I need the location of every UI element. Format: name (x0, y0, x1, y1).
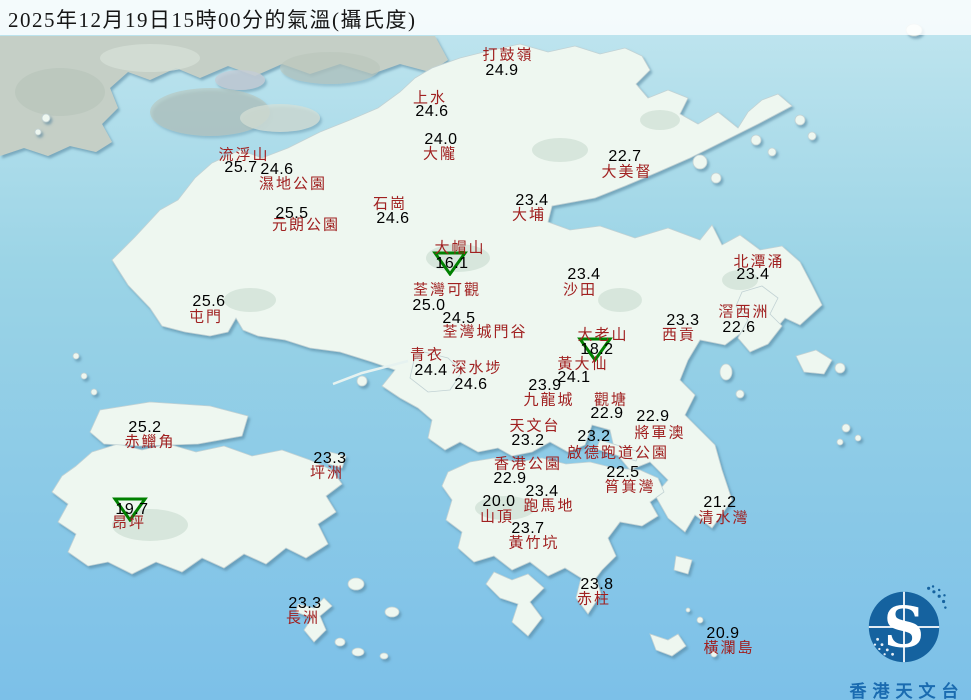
station-name: 濕地公園 (258, 174, 328, 193)
station-name: 將軍澳 (634, 423, 686, 442)
hko-logo-icon: S (868, 585, 947, 663)
station-temperature: 24.6 (454, 376, 488, 393)
station-name: 元朗公園 (271, 215, 341, 234)
station-name: 黃竹坑 (508, 533, 560, 552)
station-name: 筲箕灣 (604, 477, 656, 496)
station-name: 橫瀾島 (703, 638, 755, 657)
station-name: 深水埗 (451, 358, 503, 377)
station-name: 大帽山 (434, 238, 486, 257)
station-name: 流浮山 (218, 145, 270, 164)
station-name: 大美督 (601, 162, 653, 181)
station-name: 觀塘 (593, 390, 629, 409)
station-name: 赤柱 (576, 589, 612, 608)
station-name: 上水 (412, 88, 448, 107)
station-name: 香港公園 (493, 454, 563, 473)
title-bar: 2025年12月19日15時00分的氣溫(攝氏度) (0, 0, 971, 35)
station-name: 滘西洲 (718, 302, 770, 321)
station-name: 九龍城 (523, 390, 575, 409)
station-name: 屯門 (188, 307, 224, 326)
svg-text:S: S (884, 594, 925, 660)
station-name: 長洲 (285, 608, 321, 627)
station-name: 昂坪 (111, 513, 147, 532)
station-name: 青衣 (409, 345, 445, 364)
station-name: 天文台 (509, 416, 561, 435)
station-temperature: 25.0 (412, 297, 446, 314)
station-name: 清水灣 (698, 508, 750, 527)
station-temperature: 24.4 (414, 362, 448, 379)
stations-layer: 打鼓嶺 24.9 上水 24.6 大隴 24.0 流浮山 25.7 濕地公園 2… (0, 0, 971, 700)
station-name: 赤鱲角 (124, 432, 176, 451)
station-name: 啟德跑道公園 (566, 443, 670, 462)
station-name: 沙田 (562, 280, 598, 299)
station-name: 荃灣可觀 (412, 280, 482, 299)
station-name: 大埔 (511, 205, 547, 224)
station-name: 大老山 (577, 325, 629, 344)
station-name: 荃灣城門谷 (442, 322, 528, 341)
station-name: 坪洲 (309, 463, 345, 482)
station-temperature: 16.1 (435, 255, 469, 272)
station-name: 黃大仙 (557, 354, 609, 373)
station-name: 打鼓嶺 (482, 45, 534, 64)
station-name: 石崗 (372, 194, 408, 213)
station-name: 山頂 (479, 507, 515, 526)
temperature-map-screen: 2025年12月19日15時00分的氣溫(攝氏度) 打鼓嶺 24.9 上水 24… (0, 0, 971, 700)
station-name: 西貢 (661, 325, 697, 344)
map-title: 2025年12月19日15時00分的氣溫(攝氏度) (8, 8, 417, 32)
station-temperature: 24.9 (485, 62, 519, 79)
hko-logo-chinese-name: 香港天文台 (849, 682, 965, 700)
station-name: 北潭涌 (733, 252, 785, 271)
station-name: 大隴 (422, 144, 458, 163)
hko-logo: S 香港天文台 HONG KONG OBSERVATORY (833, 583, 971, 700)
station-temperature: 22.6 (722, 319, 756, 336)
station-name: 跑馬地 (523, 496, 575, 515)
